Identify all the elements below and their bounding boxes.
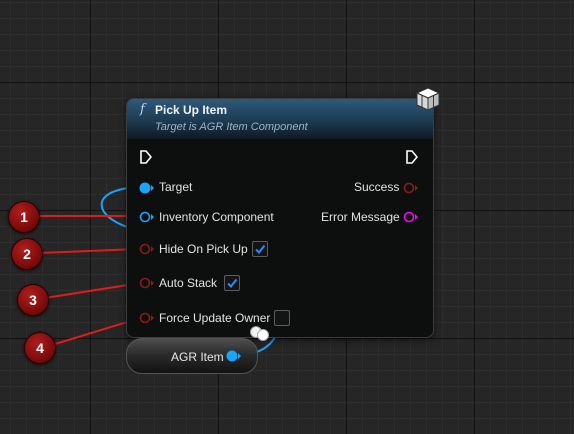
arrow-3 — [44, 283, 135, 299]
force-update-owner-label: Force Update Owner — [159, 311, 271, 325]
auto-stack-pin[interactable] — [139, 276, 155, 290]
error-message-pin[interactable] — [403, 210, 419, 224]
force-update-owner-checkbox[interactable] — [274, 310, 290, 326]
hide-on-pick-up-label: Hide On Pick Up — [159, 242, 248, 256]
auto-stack-checkbox[interactable] — [224, 275, 240, 291]
success-label: Success — [354, 180, 400, 194]
exec-output-pin[interactable] — [406, 150, 418, 164]
callout-number-3: 3 — [29, 292, 37, 308]
exec-input-pin[interactable] — [140, 150, 152, 164]
error-message-label: Error Message — [321, 210, 400, 224]
blueprint-graph-canvas[interactable]: f Pick Up Item Target is AGR Item Compon… — [0, 0, 574, 434]
hide-on-pick-up-checkbox[interactable] — [252, 241, 268, 257]
callout-marker-2: 2 — [11, 238, 43, 270]
wire-reroute-knot[interactable] — [248, 324, 272, 342]
callout-marker-3: 3 — [17, 284, 49, 316]
callout-number-4: 4 — [36, 340, 44, 356]
auto-stack-label: Auto Stack — [159, 276, 218, 290]
callout-number-2: 2 — [23, 246, 31, 262]
callout-marker-1: 1 — [8, 201, 40, 233]
node-subtitle: Target is AGR Item Component — [155, 121, 308, 133]
inventory-component-pin[interactable] — [139, 210, 155, 224]
target-pin[interactable] — [139, 181, 155, 195]
inventory-component-label: Inventory Component — [159, 210, 274, 224]
callout-marker-4: 4 — [24, 332, 56, 364]
force-update-owner-pin[interactable] — [139, 311, 155, 325]
node-title: Pick Up Item — [155, 103, 228, 117]
arrow-2 — [39, 248, 139, 254]
success-pin[interactable] — [403, 181, 419, 195]
hide-on-pick-up-pin[interactable] — [139, 242, 155, 256]
callout-number-1: 1 — [20, 209, 28, 225]
target-label: Target — [159, 180, 193, 194]
pick-up-item-node[interactable]: f Pick Up Item Target is AGR Item Compon… — [126, 87, 441, 338]
agr-item-label: AGR Item — [171, 350, 224, 364]
agr-item-variable-node[interactable]: AGR Item — [126, 338, 258, 374]
function-icon: f — [140, 102, 145, 117]
component-cube-icon — [415, 87, 441, 111]
agr-item-output-pin[interactable] — [226, 349, 242, 363]
arrow-4 — [51, 318, 138, 346]
node-header[interactable]: f Pick Up Item Target is AGR Item Compon… — [127, 99, 433, 139]
